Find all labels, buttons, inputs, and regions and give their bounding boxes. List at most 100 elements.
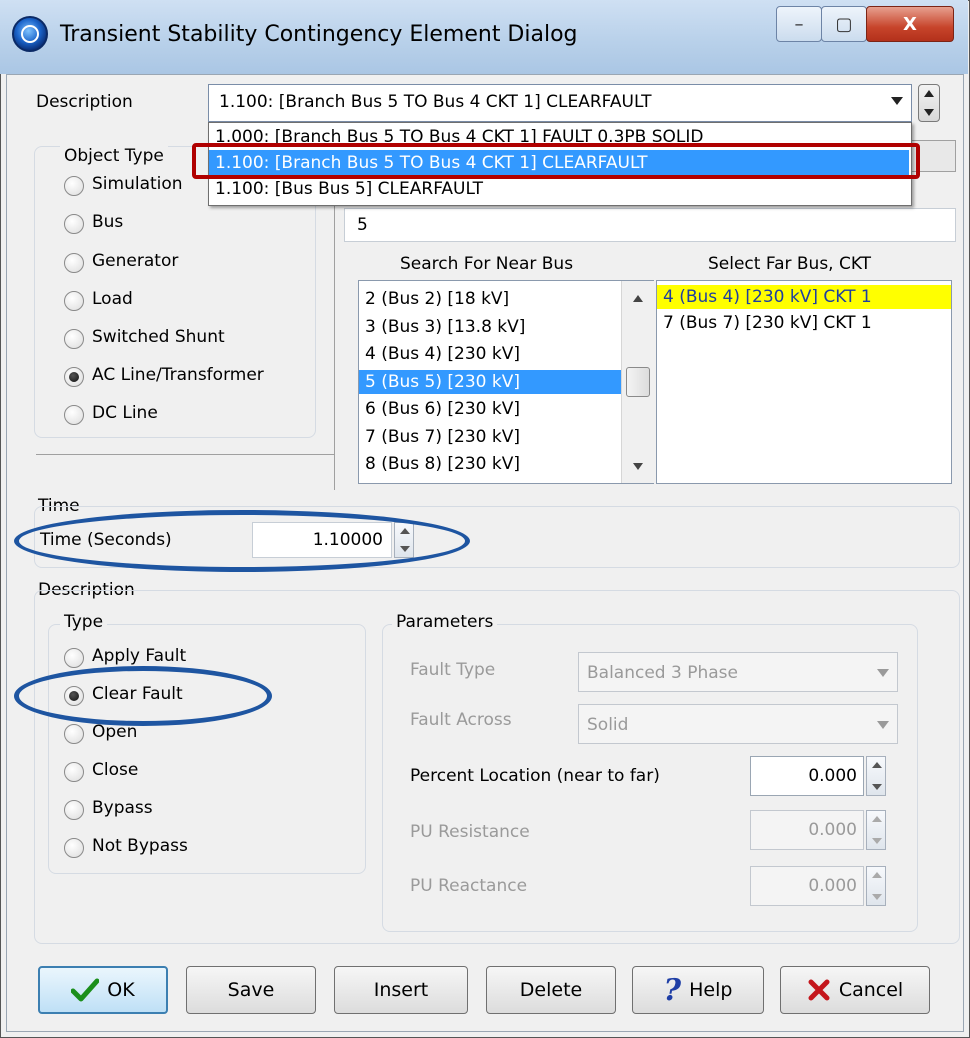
object-type-option[interactable]: Bus [60, 212, 310, 238]
type-option-label: Not Bypass [92, 836, 188, 856]
help-icon: ? [663, 972, 682, 1008]
highlight-box [192, 143, 920, 179]
near-bus-item[interactable]: 3 (Bus 3) [13.8 kV] [359, 315, 621, 339]
help-label: Help [689, 979, 733, 1001]
pu-resistance-label: PU Resistance [410, 822, 530, 842]
pu-resistance-input[interactable]: 0.000 [750, 810, 864, 850]
scroll-thumb[interactable] [626, 367, 650, 397]
near-bus-scrollbar[interactable] [621, 281, 654, 483]
help-button[interactable]: ? Help [632, 966, 764, 1014]
far-bus-item[interactable]: 4 (Bus 4) [230 kV] CKT 1 [657, 285, 951, 309]
pu-resistance-value: 0.000 [808, 820, 857, 840]
pu-reactance-value: 0.000 [808, 876, 857, 896]
arrow-up-icon[interactable] [872, 762, 882, 768]
minimize-button[interactable]: – [776, 6, 822, 42]
object-type-option-label: Bus [92, 212, 124, 232]
radio-icon[interactable] [64, 405, 84, 425]
cancel-label: Cancel [838, 979, 904, 1001]
type-option[interactable]: Bypass [60, 798, 260, 824]
radio-icon[interactable] [64, 648, 84, 668]
insert-button[interactable]: Insert [334, 966, 468, 1014]
near-bus-item[interactable]: 7 (Bus 7) [230 kV] [359, 425, 621, 449]
near-bus-list[interactable]: 2 (Bus 2) [18 kV] 3 (Bus 3) [13.8 kV] 4 (B… [358, 280, 654, 484]
object-type-option[interactable]: Switched Shunt [60, 327, 310, 353]
highlight-ellipse [14, 666, 272, 726]
near-bus-item[interactable]: 8 (Bus 8) [230 kV] [359, 452, 621, 476]
near-bus-item[interactable]: 4 (Bus 4) [230 kV] [359, 342, 621, 366]
scroll-up-icon[interactable] [633, 295, 643, 302]
object-type-option[interactable]: DC Line [60, 403, 310, 429]
radio-icon[interactable] [64, 838, 84, 858]
near-bus-item[interactable]: 2 (Bus 2) [18 kV] [359, 287, 621, 311]
delete-button[interactable]: Delete [486, 966, 616, 1014]
minimize-icon: – [794, 13, 804, 35]
checkmark-icon [71, 978, 100, 1002]
fault-across-value: Solid [587, 715, 629, 735]
type-option[interactable]: Open [60, 722, 260, 748]
far-bus-item[interactable]: 7 (Bus 7) [230 kV] CKT 1 [657, 311, 951, 335]
maximize-button[interactable]: ▢ [821, 6, 867, 42]
arrow-up-icon[interactable] [872, 816, 882, 822]
app-icon [12, 16, 48, 52]
cancel-button[interactable]: Cancel [780, 966, 930, 1014]
chevron-down-icon [891, 97, 903, 105]
arrow-up-icon[interactable] [872, 872, 882, 878]
close-button[interactable]: X [866, 6, 954, 42]
bus-search-value: 5 [357, 215, 368, 235]
far-bus-list[interactable]: 4 (Bus 4) [230 kV] CKT 17 (Bus 7) [230 k… [656, 280, 952, 484]
object-type-option-label: Switched Shunt [92, 327, 225, 347]
arrow-up-icon [924, 90, 934, 97]
pu-reactance-input[interactable]: 0.000 [750, 866, 864, 906]
pu-reactance-label: PU Reactance [410, 876, 528, 896]
arrow-down-icon[interactable] [872, 784, 882, 790]
object-type-option[interactable]: Generator [60, 251, 310, 277]
description-combo[interactable]: 1.100: [Branch Bus 5 TO Bus 4 CKT 1] CLE… [208, 84, 912, 122]
type-option-label: Close [92, 760, 139, 780]
scroll-down-icon[interactable] [633, 463, 643, 470]
type-option-label: Apply Fault [92, 646, 187, 666]
fault-type-select[interactable]: Balanced 3 Phase [578, 652, 898, 692]
description-option[interactable]: 1.100: [Bus Bus 5] CLEARFAULT [209, 176, 909, 202]
radio-icon[interactable] [64, 253, 84, 273]
bus-search-input[interactable]: 5 [344, 208, 956, 242]
ok-label: OK [107, 979, 135, 1001]
radio-icon[interactable] [64, 214, 84, 234]
panel-divider [36, 454, 334, 455]
object-type-label: Object Type [60, 146, 168, 166]
object-type-option[interactable]: Load [60, 289, 310, 315]
pu-resistance-spinner[interactable] [866, 810, 886, 850]
highlight-ellipse [14, 510, 470, 572]
fault-type-value: Balanced 3 Phase [587, 663, 738, 683]
radio-icon[interactable] [64, 291, 84, 311]
ok-button[interactable]: OK [38, 966, 168, 1014]
radio-icon[interactable] [64, 329, 84, 349]
object-type-option[interactable]: AC Line/Transformer [60, 365, 310, 391]
save-button[interactable]: Save [186, 966, 316, 1014]
object-type-option-label: Simulation [92, 174, 183, 194]
type-option[interactable]: Not Bypass [60, 836, 260, 862]
radio-icon[interactable] [64, 367, 84, 387]
radio-icon[interactable] [64, 724, 84, 744]
description-label: Description [36, 92, 133, 112]
arrow-down-icon[interactable] [872, 894, 882, 900]
fault-across-label: Fault Across [410, 710, 512, 730]
type-label: Type [60, 612, 108, 632]
fault-across-select[interactable]: Solid [578, 704, 898, 744]
chevron-down-icon [877, 721, 889, 729]
percent-location-spinner[interactable] [866, 756, 886, 796]
object-type-option-label: DC Line [92, 403, 158, 423]
type-option[interactable]: Close [60, 760, 260, 786]
description-combo-value: 1.100: [Branch Bus 5 TO Bus 4 CKT 1] CLE… [219, 92, 652, 112]
near-bus-item[interactable]: 5 (Bus 5) [230 kV] [359, 369, 621, 394]
near-bus-header: Search For Near Bus [400, 254, 574, 274]
radio-icon[interactable] [64, 762, 84, 782]
near-bus-item[interactable]: 6 (Bus 6) [230 kV] [359, 397, 621, 421]
radio-icon[interactable] [64, 176, 84, 196]
description-spin-button[interactable] [918, 84, 940, 122]
chevron-down-icon [877, 669, 889, 677]
pu-reactance-spinner[interactable] [866, 866, 886, 906]
radio-icon[interactable] [64, 800, 84, 820]
percent-location-input[interactable]: 0.000 [750, 756, 864, 796]
arrow-down-icon[interactable] [872, 838, 882, 844]
object-type-option-label: Load [92, 289, 133, 309]
